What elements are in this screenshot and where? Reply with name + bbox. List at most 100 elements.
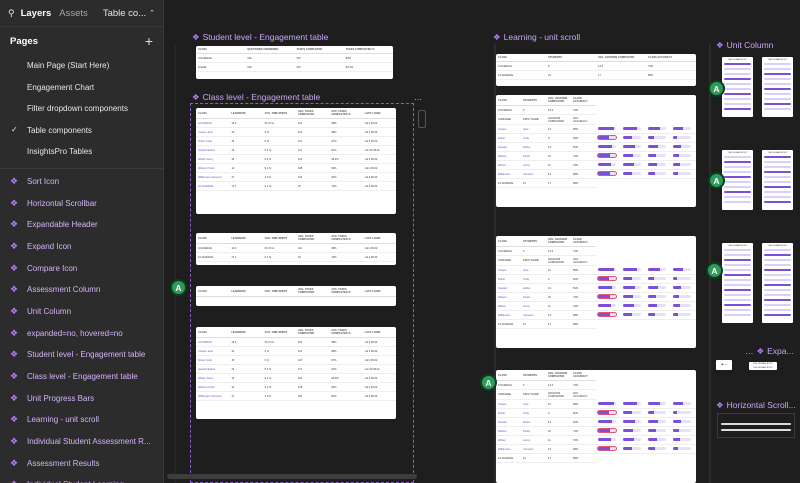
- column-header[interactable]: STUDENTS: [521, 236, 546, 247]
- table-row[interactable]: Howard Esther 13 81%: [496, 283, 696, 293]
- table-row[interactable]: 8-SCIE 194 327 82.2%: [196, 62, 393, 72]
- table-row[interactable]: 9-SCIENCE 6 14.3 73%: [496, 380, 696, 390]
- column-header[interactable]: CLASS ACCURACY: [571, 95, 596, 106]
- page-item[interactable]: InsightsPro Tables: [0, 141, 163, 163]
- table-row[interactable]: Williamson Cameron 13 68%: [496, 169, 696, 179]
- column-header[interactable]: AVG. TASKS COMPLETED %: [329, 286, 363, 297]
- page-item[interactable]: Engagement Chart: [0, 77, 163, 99]
- class-level-table-expanded[interactable]: CLASS LEARNERS AVG. TIME SPENT AVG. TASKS C…: [196, 108, 396, 214]
- layer-item[interactable]: ❖ Unit Progress Bars: [0, 387, 163, 409]
- frame-handle[interactable]: [418, 110, 426, 128]
- column-header[interactable]: LEARNERS: [229, 327, 263, 338]
- column-header[interactable]: AVG. TIME SPENT: [262, 108, 296, 119]
- table-row[interactable]: Fisher Cody 15 6 hr 127 97% Jul 3 09:22: [196, 355, 396, 365]
- column-header[interactable]: AVG. TASKS COMPLETED: [295, 286, 330, 297]
- table-row[interactable]: Fisher Cody 15 6 hr 127 97% Jul 3 09:22: [196, 136, 396, 146]
- column-header[interactable]: CLASS: [196, 46, 246, 54]
- table-row[interactable]: Williamson Cameron 13 68%: [496, 310, 696, 320]
- tab-layers[interactable]: Layers: [21, 8, 52, 19]
- unit-column-card[interactable]: THE HUMAN BODY: [722, 57, 753, 117]
- class-level-table-header-only[interactable]: CLASS LEARNERS AVG. TIME SPENT AVG. TASKS C…: [196, 286, 396, 306]
- table-row[interactable]: 9-SCIENCE 6 14.3 73%: [496, 246, 696, 256]
- column-header[interactable]: AVG. TASKS COMPLETED %: [329, 233, 363, 244]
- table-row[interactable]: 9-SCIENCE 6 14.3 73%: [496, 61, 696, 71]
- collaborator-avatar[interactable]: A: [170, 279, 187, 296]
- table-row[interactable]: 9-SCIENCE 14.3 3h 0 hrs 121 98% Jul 2 09:22: [196, 118, 396, 128]
- column-header[interactable]: AVG. LESSONS COMPLETED: [546, 236, 571, 247]
- table-row[interactable]: Wilson Jenny 11 79%: [496, 301, 696, 311]
- table-row[interactable]: Howard Esther 13 5.4 hr 117 91% Jun 30 09:22: [196, 145, 396, 155]
- table-row[interactable]: Williamson Cameron 13 68%: [496, 444, 696, 454]
- frame-title-student-level[interactable]: ❖ Student level - Engagement table: [192, 32, 328, 43]
- table-row[interactable]: Watson Kristin 10 73%: [496, 292, 696, 302]
- table-row[interactable]: Cooper Jane 12 85%: [496, 124, 696, 134]
- unit-column-card[interactable]: THE HUMAN BODY: [762, 243, 793, 323]
- table-row[interactable]: Watson Kristin 10 73%: [496, 426, 696, 436]
- column-header[interactable]: QUESTIONS ANSWERED: [245, 46, 295, 54]
- expand-icon-sample[interactable]: + -: [716, 360, 732, 370]
- layer-item[interactable]: ❖ Horizontal Scrollbar: [0, 192, 163, 214]
- learning-table-scrolled[interactable]: CLASS STUDENTS AVG. LESSONS COMPLETED CLASS…: [496, 236, 696, 348]
- table-row[interactable]: Cooper Jane 14 6 hr 121 98% Jul 1 09:22: [196, 127, 396, 137]
- layer-item[interactable]: ❖ Sort Icon: [0, 171, 163, 193]
- table-row[interactable]: Howard Esther 13 5.4 hr 117 91% Jun 30 09:22: [196, 364, 396, 374]
- page-item[interactable]: Filter dropdown components: [0, 98, 163, 120]
- table-row[interactable]: Wilson Jenny 15 6.4 hr 123 96.2% Jul 2 09:22: [196, 154, 396, 164]
- table-row[interactable]: 9-SCIENCE 14.3 3h 0 hrs 121 98% Jul 2 09:22: [196, 337, 396, 347]
- column-header[interactable]: TASKS COMPLETED %: [343, 46, 393, 54]
- page-selector[interactable]: Table co... ⌃: [103, 8, 155, 19]
- table-row[interactable]: Watson Kristin 14 5.2 hr 108 90% Jul 2 09:22: [196, 382, 396, 392]
- table-row[interactable]: 10-SCIENCE 17.1 6.1 hr 97 73% Jul 2 09:22: [196, 181, 396, 191]
- frame-title-horizontal-scroll[interactable]: ❖ Horizontal Scroll...: [716, 400, 796, 411]
- layer-item[interactable]: ❖ Learning - unit scroll: [0, 409, 163, 431]
- table-row[interactable]: 10-SCIENCE 17.1 6.1 hr 97 73% Jul 2 09:22: [196, 252, 396, 262]
- learning-table-hover[interactable]: CLASS STUDENTS AVG. LESSONS COMPLETED CLASS…: [496, 370, 696, 483]
- collaborator-avatar[interactable]: A: [708, 80, 725, 97]
- student-level-table[interactable]: CLASS QUESTIONS ANSWERED TASKS COMPLETED TA…: [196, 46, 393, 79]
- table-row[interactable]: Watson Kristin 10 73%: [496, 151, 696, 161]
- tab-assets[interactable]: Assets: [59, 8, 88, 19]
- table-row[interactable]: 10-SCIENCE 21 17 68%: [496, 453, 696, 463]
- column-header[interactable]: AVG. LESSONS COMPLETED: [546, 95, 571, 106]
- column-header[interactable]: CLASS: [496, 236, 521, 247]
- table-row[interactable]: Wilson Jenny 11 79%: [496, 435, 696, 445]
- layer-item[interactable]: ❖ Expand Icon: [0, 236, 163, 258]
- page-item[interactable]: Main Page (Start Here): [0, 55, 163, 77]
- column-header[interactable]: CLASS ACCURACY: [646, 54, 696, 62]
- column-header[interactable]: LEARNERS: [229, 108, 263, 119]
- canvas-horizontal-scrollbar[interactable]: [167, 474, 417, 479]
- layer-item[interactable]: ❖ Assessment Results: [0, 452, 163, 474]
- unit-column-card[interactable]: THE HUMAN BODY: [762, 57, 793, 117]
- unit-column-card[interactable]: THE HUMAN BODY: [722, 243, 753, 323]
- column-header[interactable]: STUDENTS: [521, 95, 546, 106]
- collaborator-avatar[interactable]: A: [708, 172, 725, 189]
- column-header[interactable]: CLASS: [196, 233, 230, 244]
- table-row[interactable]: 10-SCIENCE 21 17 68%: [496, 319, 696, 329]
- column-header[interactable]: AVG. TIME SPENT: [262, 233, 296, 244]
- unit-column-card[interactable]: THE HUMAN BODY: [722, 150, 753, 210]
- table-row[interactable]: 10-SCIENCE 21 17 68%: [496, 178, 696, 188]
- table-row[interactable]: Williamson Cameron 17 4.9 hr 119 92% Jul 3 09…: [196, 172, 396, 182]
- frame-title-expa[interactable]: … ❖ Expa...: [745, 346, 794, 357]
- collaborator-avatar[interactable]: A: [706, 262, 723, 279]
- frame-title-class-level[interactable]: ❖ Class level - Engagement table: [192, 92, 320, 103]
- table-row[interactable]: Howard Esther 13 81%: [496, 417, 696, 427]
- column-header[interactable]: AVG. TIME SPENT: [262, 327, 296, 338]
- expandable-header-sample[interactable]: THE HUMAN BODY THE HUMAN BODY: [749, 362, 777, 370]
- frame-title-unit-column[interactable]: ❖ Unit Column: [716, 40, 773, 51]
- column-header[interactable]: LAST LOGIN: [362, 286, 396, 297]
- search-icon[interactable]: ⚲: [8, 8, 15, 19]
- column-header[interactable]: AVG. TASKS COMPLETED: [295, 108, 330, 119]
- column-header[interactable]: AVG. TIME SPENT: [262, 286, 296, 297]
- add-page-icon[interactable]: +: [145, 33, 153, 49]
- column-header[interactable]: AVG. TASKS COMPLETED: [295, 233, 330, 244]
- page-item[interactable]: ✓ Table components: [0, 120, 163, 142]
- table-row[interactable]: Wilson Jenny 11 79%: [496, 160, 696, 170]
- learning-table-collapsed[interactable]: CLASS STUDENTS AVG. LESSONS COMPLETED CLASS…: [496, 54, 696, 86]
- table-row[interactable]: 9-SCIENCE 194 327 82%: [196, 53, 393, 63]
- layer-item[interactable]: ❖ Individual Student Assessment R...: [0, 431, 163, 453]
- column-header[interactable]: AVG. LESSONS COMPLETED: [546, 370, 571, 381]
- layer-item[interactable]: ❖ Student level - Engagement table: [0, 344, 163, 366]
- class-level-table-collapsed[interactable]: CLASS LEARNERS AVG. TIME SPENT AVG. TASKS C…: [196, 233, 396, 265]
- column-header[interactable]: CLASS: [496, 54, 546, 62]
